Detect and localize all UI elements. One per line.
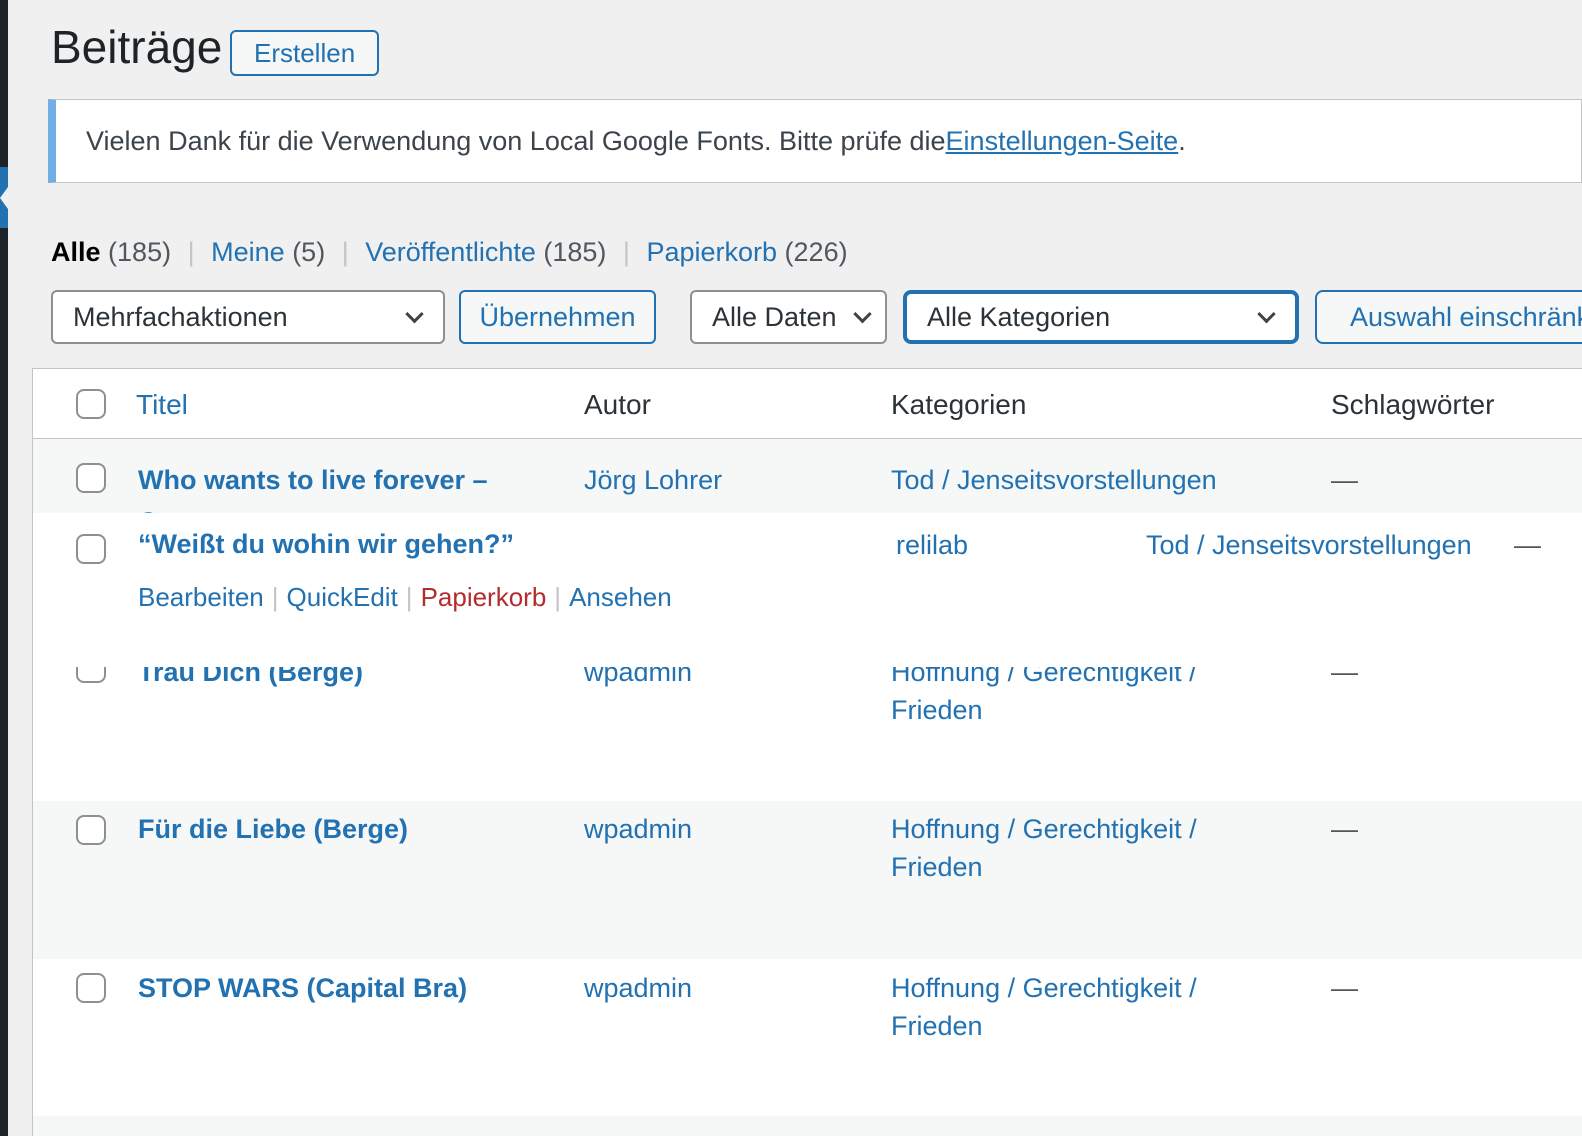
filter-published-count: (185) bbox=[543, 237, 606, 267]
category-links[interactable]: Tod / Jenseitsvorstellungen bbox=[891, 465, 1217, 496]
restrict-selection-button[interactable]: Auswahl einschränken bbox=[1315, 290, 1582, 344]
table-header-row: Titel Autor Kategorien Schlagwörter bbox=[33, 369, 1582, 439]
category-links[interactable]: Tod / Jenseitsvorstellungen bbox=[1146, 530, 1472, 561]
tags-empty-dash: — bbox=[1331, 814, 1358, 845]
action-separator: | bbox=[398, 582, 421, 612]
post-title-link[interactable]: STOP WARS (Capital Bra) bbox=[138, 973, 467, 1004]
current-page-arrow-icon bbox=[0, 187, 8, 209]
settings-page-link[interactable]: Einstellungen-Seite bbox=[946, 126, 1179, 157]
table-row-stripe bbox=[33, 1116, 1582, 1136]
admin-sidebar-collapsed[interactable] bbox=[0, 0, 8, 1136]
date-filter-value: Alle Daten bbox=[712, 302, 837, 333]
chevron-down-icon bbox=[1257, 305, 1275, 323]
filter-all-count: (185) bbox=[108, 237, 171, 267]
author-link[interactable]: wpadmin bbox=[584, 973, 692, 1004]
plugin-notice: Vielen Dank für die Verwendung von Local… bbox=[48, 99, 1582, 183]
select-all-checkbox[interactable] bbox=[76, 389, 106, 419]
chevron-down-icon bbox=[853, 305, 871, 323]
post-title-link[interactable]: Who wants to live forever – bbox=[138, 465, 488, 496]
filter-separator: | bbox=[614, 237, 639, 267]
filter-separator: | bbox=[179, 237, 204, 267]
bulk-actions-value: Mehrfachaktionen bbox=[73, 302, 288, 333]
column-header-author: Autor bbox=[584, 389, 651, 421]
notice-text-end: . bbox=[1178, 126, 1186, 157]
category-filter-select[interactable]: Alle Kategorien bbox=[903, 290, 1299, 344]
tags-empty-dash: — bbox=[1331, 465, 1358, 496]
create-post-button[interactable]: Erstellen bbox=[230, 30, 379, 76]
view-action-link[interactable]: Ansehen bbox=[569, 582, 672, 612]
tags-empty-dash: — bbox=[1514, 530, 1541, 561]
action-separator: | bbox=[264, 582, 287, 612]
post-status-filters: Alle (185) | Meine (5) | Veröffentlichte… bbox=[51, 237, 848, 268]
trash-action-link[interactable]: Papierkorb bbox=[421, 582, 547, 612]
action-separator: | bbox=[546, 582, 569, 612]
filter-trash-count: (226) bbox=[785, 237, 848, 267]
column-header-title[interactable]: Titel bbox=[136, 389, 188, 421]
category-links[interactable]: Hoffnung / Gerechtigkeit / bbox=[891, 814, 1197, 845]
column-header-categories: Kategorien bbox=[891, 389, 1026, 421]
category-links-line2[interactable]: Frieden bbox=[891, 852, 983, 883]
category-links[interactable]: Hoffnung / Gerechtigkeit / bbox=[891, 973, 1197, 1004]
filter-trash[interactable]: Papierkorb bbox=[646, 237, 777, 267]
author-link[interactable]: Jörg Lohrer bbox=[584, 465, 722, 496]
chevron-down-icon bbox=[405, 305, 423, 323]
row-actions: Bearbeiten|QuickEdit|Papierkorb|Ansehen bbox=[138, 582, 672, 613]
posts-list-page: { "page": { "title": "Beiträge", "create… bbox=[0, 0, 1582, 1136]
quick-edit-action-link[interactable]: QuickEdit bbox=[287, 582, 398, 612]
category-filter-value: Alle Kategorien bbox=[927, 302, 1110, 333]
row-checkbox[interactable] bbox=[76, 815, 106, 845]
apply-button[interactable]: Übernehmen bbox=[459, 290, 656, 344]
filter-mine[interactable]: Meine bbox=[211, 237, 285, 267]
row-checkbox[interactable] bbox=[76, 534, 106, 564]
edit-action-link[interactable]: Bearbeiten bbox=[138, 582, 264, 612]
post-title-link[interactable]: Für die Liebe (Berge) bbox=[138, 814, 408, 845]
filter-published[interactable]: Veröffentlichte bbox=[365, 237, 536, 267]
filter-separator: | bbox=[333, 237, 358, 267]
category-links-line2[interactable]: Frieden bbox=[891, 695, 983, 726]
author-link[interactable]: relilab bbox=[896, 530, 968, 561]
floating-post-row[interactable]: “Weißt du wohin wir gehen?” Bearbeiten|Q… bbox=[33, 513, 1582, 667]
bulk-actions-select[interactable]: Mehrfachaktionen bbox=[51, 290, 445, 344]
row-checkbox[interactable] bbox=[76, 463, 106, 493]
column-header-tags: Schlagwörter bbox=[1331, 389, 1494, 421]
category-links-line2[interactable]: Frieden bbox=[891, 1011, 983, 1042]
page-title: Beiträge bbox=[51, 20, 222, 74]
posts-table: Titel Autor Kategorien Schlagwörter Who … bbox=[32, 368, 1582, 1136]
author-link[interactable]: wpadmin bbox=[584, 814, 692, 845]
filter-mine-count: (5) bbox=[292, 237, 325, 267]
filter-all[interactable]: Alle bbox=[51, 237, 101, 267]
row-checkbox[interactable] bbox=[76, 973, 106, 1003]
date-filter-select[interactable]: Alle Daten bbox=[690, 290, 887, 344]
notice-text: Vielen Dank für die Verwendung von Local… bbox=[86, 126, 946, 157]
tags-empty-dash: — bbox=[1331, 973, 1358, 1004]
post-title-link[interactable]: “Weißt du wohin wir gehen?” bbox=[138, 529, 514, 560]
